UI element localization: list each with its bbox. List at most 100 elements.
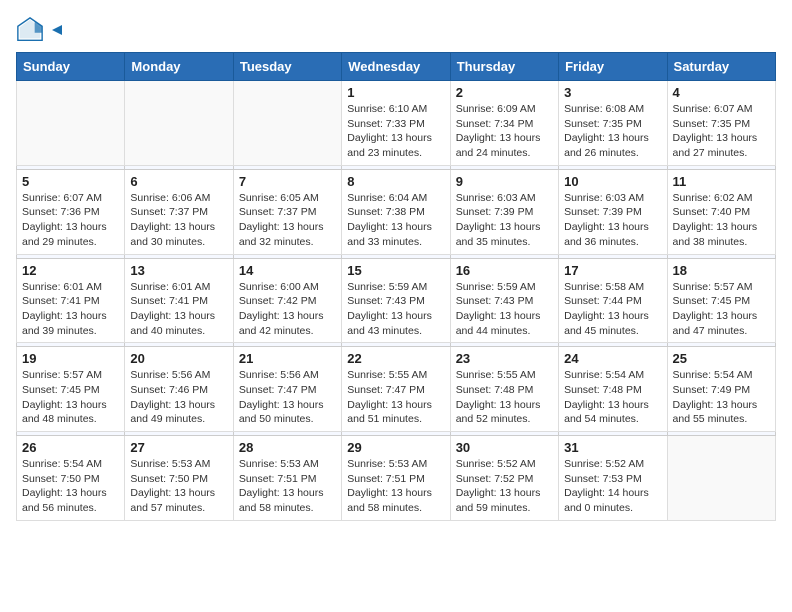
day-info: Sunrise: 5:59 AMSunset: 7:43 PMDaylight:… <box>347 280 444 339</box>
calendar-day-cell: 3Sunrise: 6:08 AMSunset: 7:35 PMDaylight… <box>559 81 667 166</box>
calendar-week-row: 26 Sunrise: 5:54 AMSunset: 7:50 PMDayligh… <box>17 436 776 521</box>
day-number: 6 <box>130 174 227 189</box>
calendar-day-cell: 19 Sunrise: 5:57 AMSunset: 7:45 PMDayligh… <box>17 347 125 432</box>
day-info: Sunrise: 5:53 AMSunset: 7:51 PMDaylight:… <box>239 457 336 516</box>
day-info: Sunrise: 5:58 AMSunset: 7:44 PMDaylight:… <box>564 280 661 339</box>
calendar-day-cell <box>233 81 341 166</box>
calendar-day-cell: 15 Sunrise: 5:59 AMSunset: 7:43 PMDayligh… <box>342 258 450 343</box>
calendar-day-cell: 6 Sunrise: 6:06 AMSunset: 7:37 PMDaylight… <box>125 169 233 254</box>
day-number: 4 <box>673 85 770 100</box>
day-number: 30 <box>456 440 553 455</box>
weekday-header: Thursday <box>450 53 558 81</box>
day-number: 22 <box>347 351 444 366</box>
weekday-header: Friday <box>559 53 667 81</box>
day-number: 19 <box>22 351 119 366</box>
day-number: 13 <box>130 263 227 278</box>
logo-text <box>48 21 64 39</box>
day-info: Sunrise: 6:10 AMSunset: 7:33 PMDaylight:… <box>347 102 444 161</box>
day-number: 2 <box>456 85 553 100</box>
day-number: 17 <box>564 263 661 278</box>
day-info: Sunrise: 5:56 AMSunset: 7:46 PMDaylight:… <box>130 368 227 427</box>
day-number: 12 <box>22 263 119 278</box>
calendar-day-cell <box>17 81 125 166</box>
calendar-day-cell: 25 Sunrise: 5:54 AMSunset: 7:49 PMDayligh… <box>667 347 775 432</box>
calendar-day-cell: 18 Sunrise: 5:57 AMSunset: 7:45 PMDayligh… <box>667 258 775 343</box>
calendar-day-cell: 4 Sunrise: 6:07 AMSunset: 7:35 PMDaylight… <box>667 81 775 166</box>
day-info: Sunrise: 5:54 AMSunset: 7:48 PMDaylight:… <box>564 368 661 427</box>
calendar-day-cell: 22 Sunrise: 5:55 AMSunset: 7:47 PMDayligh… <box>342 347 450 432</box>
day-number: 11 <box>673 174 770 189</box>
calendar-table: SundayMondayTuesdayWednesdayThursdayFrid… <box>16 52 776 521</box>
day-number: 29 <box>347 440 444 455</box>
day-info: Sunrise: 6:03 AMSunset: 7:39 PMDaylight:… <box>456 191 553 250</box>
day-number: 26 <box>22 440 119 455</box>
calendar-day-cell: 17 Sunrise: 5:58 AMSunset: 7:44 PMDayligh… <box>559 258 667 343</box>
day-number: 21 <box>239 351 336 366</box>
day-info: Sunrise: 5:57 AMSunset: 7:45 PMDaylight:… <box>673 280 770 339</box>
weekday-header: Monday <box>125 53 233 81</box>
day-info: Sunrise: 5:52 AMSunset: 7:53 PMDaylight:… <box>564 457 661 516</box>
day-info: Sunrise: 5:59 AMSunset: 7:43 PMDaylight:… <box>456 280 553 339</box>
calendar-day-cell: 23 Sunrise: 5:55 AMSunset: 7:48 PMDayligh… <box>450 347 558 432</box>
day-info: Sunrise: 6:07 AMSunset: 7:35 PMDaylight:… <box>673 102 770 161</box>
calendar-day-cell: 31Sunrise: 5:52 AMSunset: 7:53 PMDayligh… <box>559 436 667 521</box>
day-info: Sunrise: 6:01 AMSunset: 7:41 PMDaylight:… <box>22 280 119 339</box>
page-header <box>16 16 776 44</box>
day-info: Sunrise: 6:04 AMSunset: 7:38 PMDaylight:… <box>347 191 444 250</box>
day-info: Sunrise: 6:02 AMSunset: 7:40 PMDaylight:… <box>673 191 770 250</box>
calendar-header-row: SundayMondayTuesdayWednesdayThursdayFrid… <box>17 53 776 81</box>
calendar-day-cell: 21Sunrise: 5:56 AMSunset: 7:47 PMDayligh… <box>233 347 341 432</box>
calendar-day-cell: 20 Sunrise: 5:56 AMSunset: 7:46 PMDayligh… <box>125 347 233 432</box>
day-info: Sunrise: 6:08 AMSunset: 7:35 PMDaylight:… <box>564 102 661 161</box>
day-info: Sunrise: 5:54 AMSunset: 7:49 PMDaylight:… <box>673 368 770 427</box>
calendar-day-cell: 2 Sunrise: 6:09 AMSunset: 7:34 PMDaylight… <box>450 81 558 166</box>
calendar-day-cell: 12 Sunrise: 6:01 AMSunset: 7:41 PMDayligh… <box>17 258 125 343</box>
calendar-day-cell: 28 Sunrise: 5:53 AMSunset: 7:51 PMDayligh… <box>233 436 341 521</box>
calendar-week-row: 1 Sunrise: 6:10 AMSunset: 7:33 PMDaylight… <box>17 81 776 166</box>
day-info: Sunrise: 5:53 AMSunset: 7:50 PMDaylight:… <box>130 457 227 516</box>
calendar-week-row: 5Sunrise: 6:07 AMSunset: 7:36 PMDaylight… <box>17 169 776 254</box>
day-info: Sunrise: 5:53 AMSunset: 7:51 PMDaylight:… <box>347 457 444 516</box>
day-number: 1 <box>347 85 444 100</box>
weekday-header: Sunday <box>17 53 125 81</box>
day-number: 15 <box>347 263 444 278</box>
calendar-week-row: 19 Sunrise: 5:57 AMSunset: 7:45 PMDayligh… <box>17 347 776 432</box>
day-info: Sunrise: 6:05 AMSunset: 7:37 PMDaylight:… <box>239 191 336 250</box>
day-number: 8 <box>347 174 444 189</box>
calendar-week-row: 12 Sunrise: 6:01 AMSunset: 7:41 PMDayligh… <box>17 258 776 343</box>
day-info: Sunrise: 6:06 AMSunset: 7:37 PMDaylight:… <box>130 191 227 250</box>
day-number: 14 <box>239 263 336 278</box>
day-info: Sunrise: 5:52 AMSunset: 7:52 PMDaylight:… <box>456 457 553 516</box>
day-info: Sunrise: 6:09 AMSunset: 7:34 PMDaylight:… <box>456 102 553 161</box>
logo-icon <box>16 16 44 44</box>
day-info: Sunrise: 5:54 AMSunset: 7:50 PMDaylight:… <box>22 457 119 516</box>
calendar-day-cell: 16 Sunrise: 5:59 AMSunset: 7:43 PMDayligh… <box>450 258 558 343</box>
day-info: Sunrise: 6:01 AMSunset: 7:41 PMDaylight:… <box>130 280 227 339</box>
day-number: 20 <box>130 351 227 366</box>
calendar-day-cell: 8 Sunrise: 6:04 AMSunset: 7:38 PMDaylight… <box>342 169 450 254</box>
day-number: 9 <box>456 174 553 189</box>
day-number: 23 <box>456 351 553 366</box>
day-info: Sunrise: 6:03 AMSunset: 7:39 PMDaylight:… <box>564 191 661 250</box>
calendar-day-cell: 30 Sunrise: 5:52 AMSunset: 7:52 PMDayligh… <box>450 436 558 521</box>
day-number: 10 <box>564 174 661 189</box>
day-info: Sunrise: 5:55 AMSunset: 7:48 PMDaylight:… <box>456 368 553 427</box>
weekday-header: Tuesday <box>233 53 341 81</box>
day-number: 25 <box>673 351 770 366</box>
weekday-header: Saturday <box>667 53 775 81</box>
calendar-day-cell: 9 Sunrise: 6:03 AMSunset: 7:39 PMDaylight… <box>450 169 558 254</box>
day-number: 27 <box>130 440 227 455</box>
calendar-day-cell: 11 Sunrise: 6:02 AMSunset: 7:40 PMDayligh… <box>667 169 775 254</box>
calendar-day-cell: 27 Sunrise: 5:53 AMSunset: 7:50 PMDayligh… <box>125 436 233 521</box>
calendar-day-cell: 24Sunrise: 5:54 AMSunset: 7:48 PMDayligh… <box>559 347 667 432</box>
calendar-day-cell: 14Sunrise: 6:00 AMSunset: 7:42 PMDayligh… <box>233 258 341 343</box>
calendar-day-cell: 29 Sunrise: 5:53 AMSunset: 7:51 PMDayligh… <box>342 436 450 521</box>
day-number: 18 <box>673 263 770 278</box>
day-info: Sunrise: 5:57 AMSunset: 7:45 PMDaylight:… <box>22 368 119 427</box>
calendar-day-cell: 26 Sunrise: 5:54 AMSunset: 7:50 PMDayligh… <box>17 436 125 521</box>
calendar-day-cell: 5Sunrise: 6:07 AMSunset: 7:36 PMDaylight… <box>17 169 125 254</box>
day-number: 16 <box>456 263 553 278</box>
day-info: Sunrise: 5:55 AMSunset: 7:47 PMDaylight:… <box>347 368 444 427</box>
weekday-header: Wednesday <box>342 53 450 81</box>
day-number: 28 <box>239 440 336 455</box>
